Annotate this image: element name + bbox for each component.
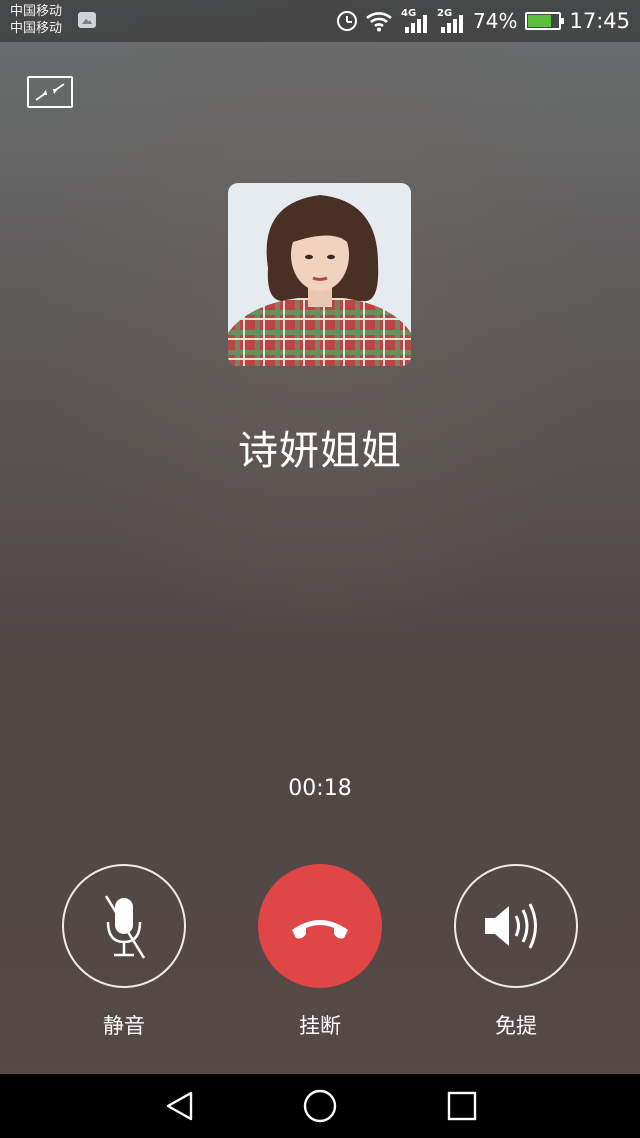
speaker-label: 免提	[495, 1014, 537, 1038]
home-icon[interactable]	[302, 1088, 338, 1124]
speaker-button[interactable]	[454, 864, 578, 988]
minimize-icon	[35, 83, 65, 101]
signal-icon-sim2: 2G	[437, 7, 465, 35]
alarm-icon	[337, 11, 358, 31]
battery-level	[528, 15, 551, 27]
status-time: 17:45	[569, 9, 630, 33]
status-indicators: 4G 2G 74% 17:45	[337, 0, 630, 42]
hangup-label: 挂断	[299, 1014, 341, 1038]
battery-percent: 74%	[473, 9, 518, 33]
caller-name: 诗妍姐姐	[238, 428, 402, 474]
phone-hangup-icon	[292, 920, 348, 939]
hangup-button[interactable]	[258, 864, 382, 988]
network-type-1: 4G	[401, 8, 417, 19]
carrier-info: 中国移动 中国移动	[10, 3, 62, 37]
minimize-call-button[interactable]	[27, 76, 73, 108]
call-screen: 中国移动 中国移动 4G 2G 74% 17:45 诗妍姐姐 00:18 静音 …	[0, 0, 640, 1138]
status-bar: 中国移动 中国移动 4G 2G 74% 17:45	[0, 0, 640, 42]
call-duration: 00:18	[288, 776, 352, 801]
mute-label: 静音	[103, 1014, 145, 1038]
back-icon[interactable]	[162, 1088, 198, 1124]
mute-mic-icon	[104, 895, 146, 959]
speaker-icon	[485, 903, 537, 949]
signal-icon-sim1: 4G	[401, 7, 429, 35]
mute-button[interactable]	[62, 864, 186, 988]
gallery-icon	[78, 12, 96, 28]
carrier-name-1: 中国移动	[10, 4, 63, 19]
network-type-2: 2G	[437, 8, 453, 19]
caller-avatar	[228, 183, 411, 366]
carrier-name-2: 中国移动	[10, 21, 63, 36]
navigation-bar	[0, 1074, 640, 1138]
battery-charging-icon	[525, 12, 565, 30]
wifi-icon	[365, 10, 393, 32]
recents-icon[interactable]	[444, 1088, 480, 1124]
